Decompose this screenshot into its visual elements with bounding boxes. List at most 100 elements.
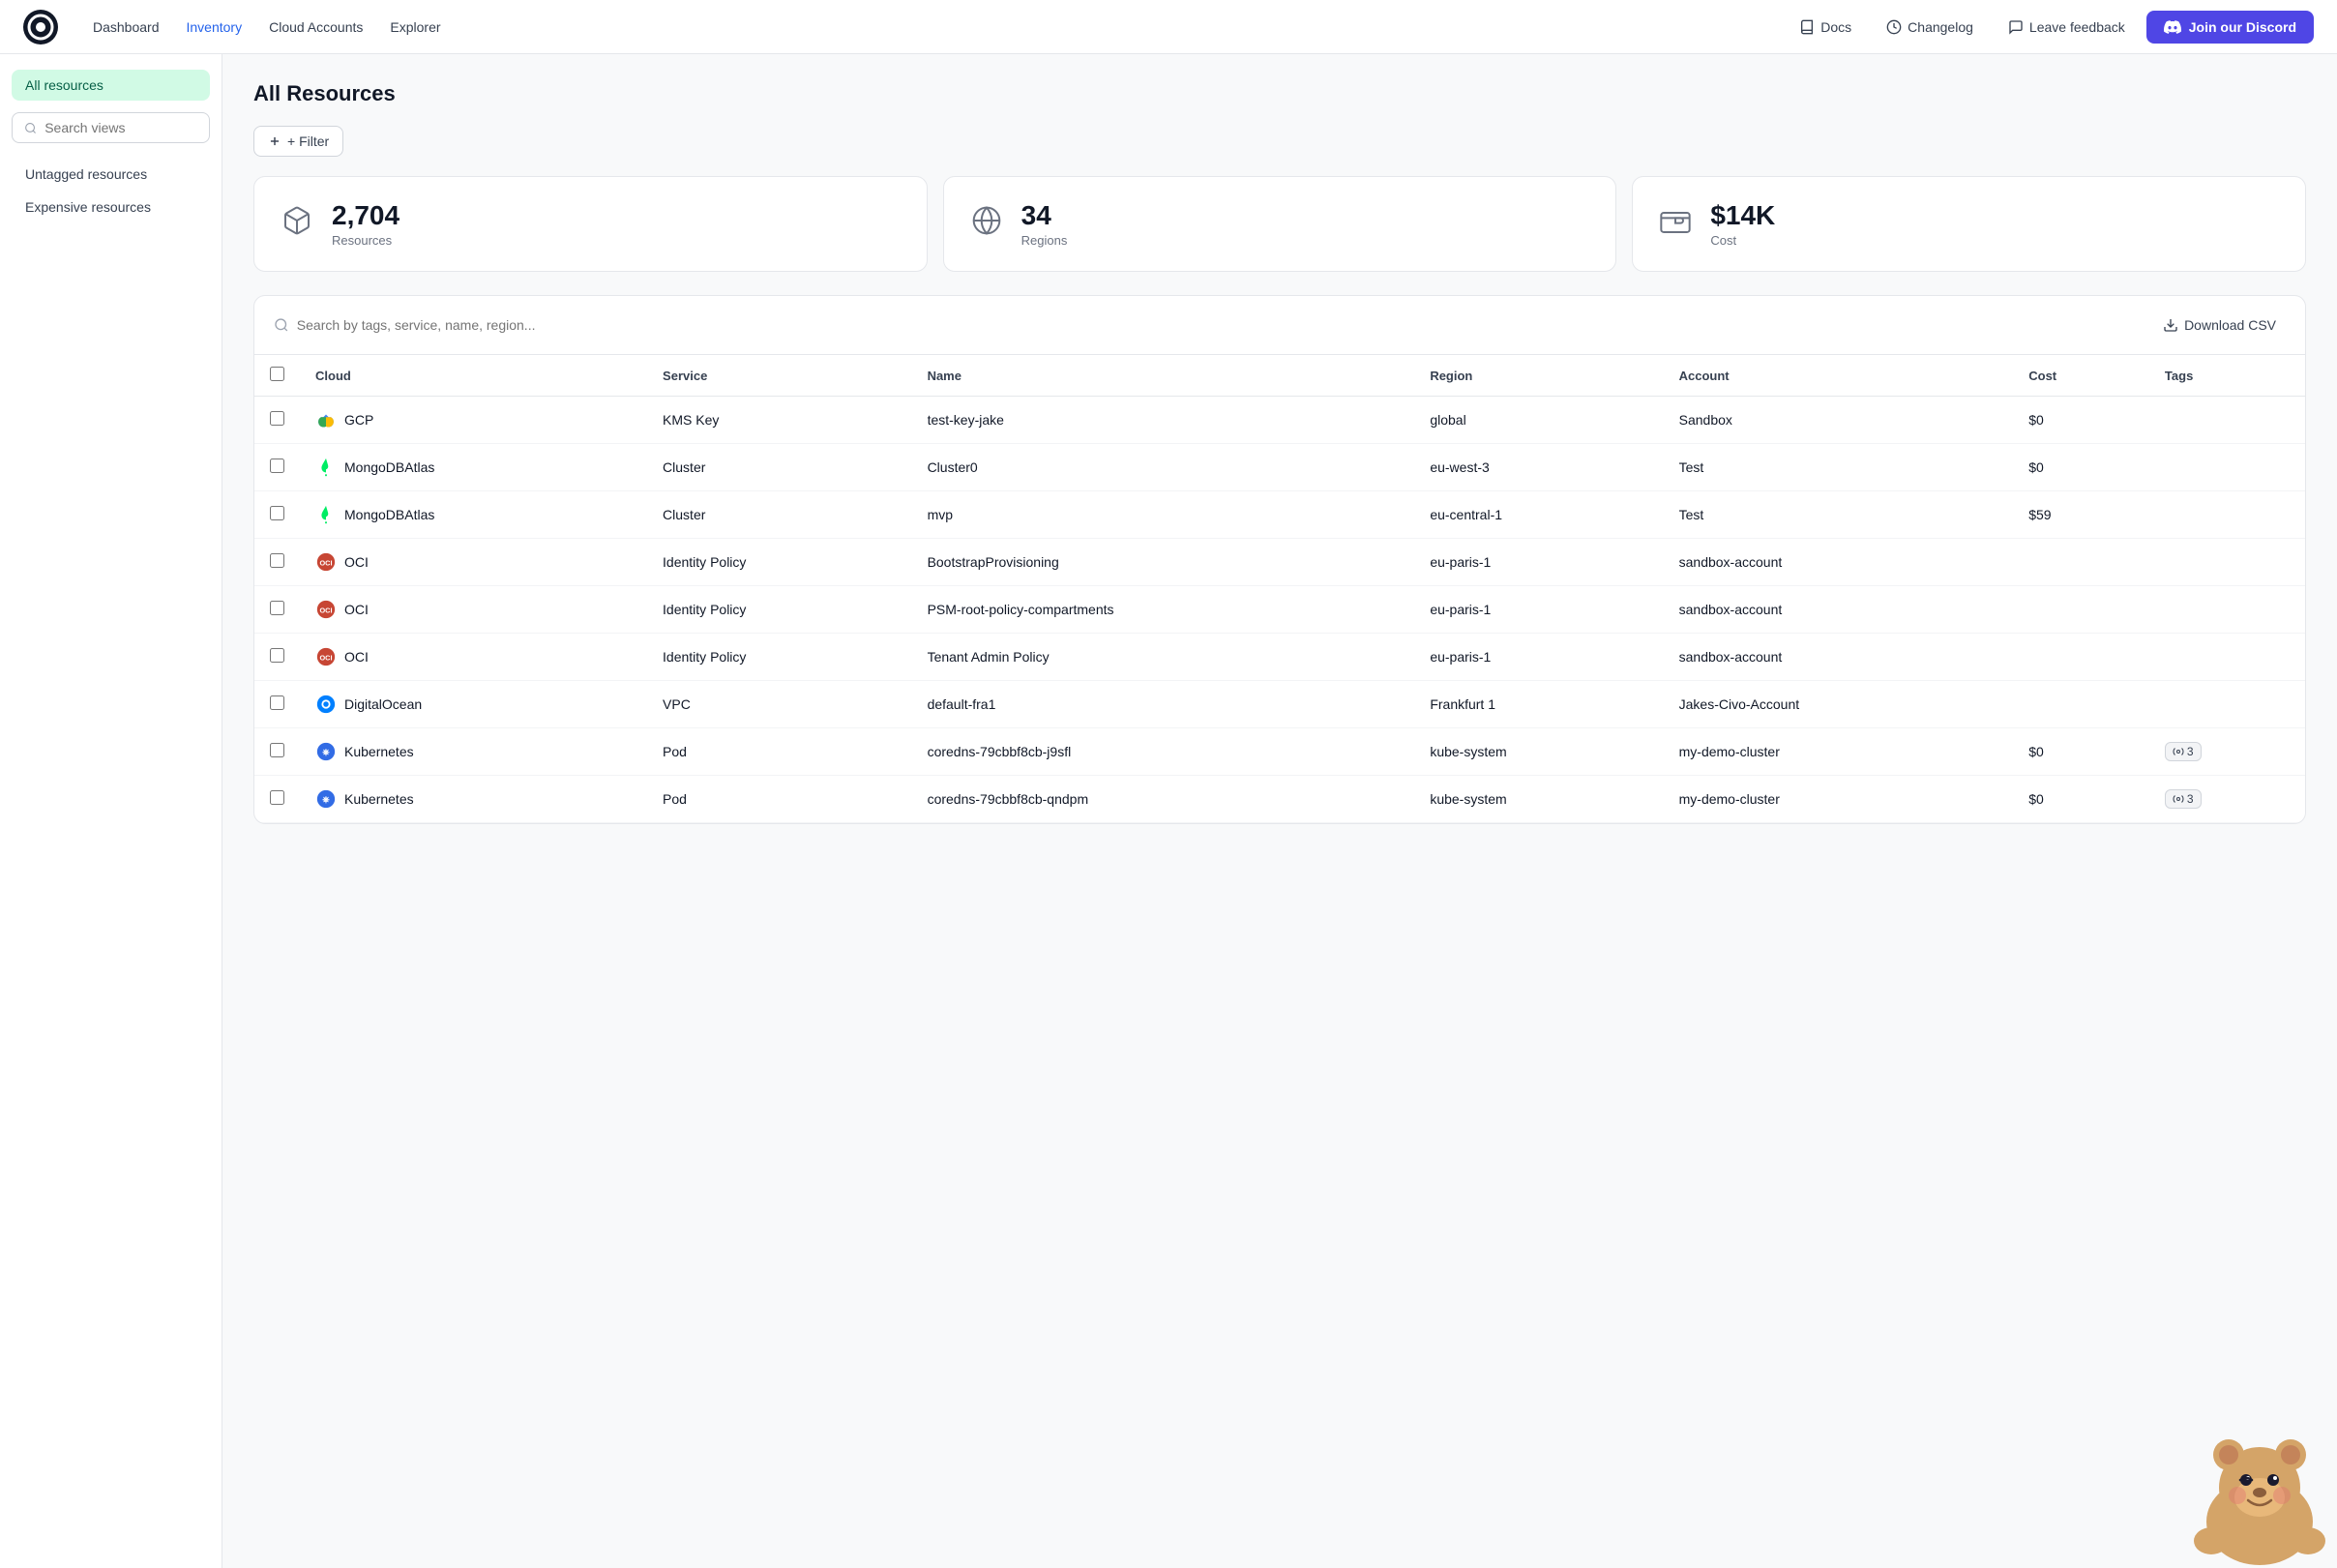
name-cell-8: coredns-79cbbf8cb-qndpm xyxy=(912,776,1415,823)
nav-dashboard[interactable]: Dashboard xyxy=(81,14,171,41)
tag-badge-8: 3 xyxy=(2165,789,2202,809)
download-csv-label: Download CSV xyxy=(2184,317,2276,333)
select-all-checkbox[interactable] xyxy=(270,367,284,381)
col-cost: Cost xyxy=(2013,355,2149,397)
changelog-button[interactable]: Changelog xyxy=(1873,13,1987,42)
col-tags: Tags xyxy=(2149,355,2305,397)
cloud-logo-7: ⎈ xyxy=(315,741,337,762)
table-search-container[interactable] xyxy=(274,317,2142,333)
row-checkbox-6[interactable] xyxy=(270,695,284,710)
region-cell-2: eu-central-1 xyxy=(1414,491,1663,539)
stat-cost-info: $14K Cost xyxy=(1710,200,1775,248)
table-row: MongoDBAtlas Cluster Cluster0 eu-west-3 … xyxy=(254,444,2305,491)
service-cell-8: Pod xyxy=(647,776,912,823)
tags-cell-7: 3 xyxy=(2149,728,2305,776)
sidebar-item-all-resources[interactable]: All resources xyxy=(12,70,210,101)
stats-row: 2,704 Resources 34 Regions $14K xyxy=(253,176,2306,272)
row-checkbox-4[interactable] xyxy=(270,601,284,615)
tags-cell-0 xyxy=(2149,397,2305,444)
cloud-cell-2: MongoDBAtlas xyxy=(315,504,632,525)
stat-cost: $14K Cost xyxy=(1632,176,2306,272)
table-row: GCP KMS Key test-key-jake global Sandbox… xyxy=(254,397,2305,444)
svg-text:OCI: OCI xyxy=(319,654,332,663)
table-header: Download CSV xyxy=(254,296,2305,355)
table-row: ⎈ Kubernetes Pod coredns-79cbbf8cb-qndpm… xyxy=(254,776,2305,823)
cost-cell-3 xyxy=(2013,539,2149,586)
cloud-name-7: Kubernetes xyxy=(344,744,414,759)
row-checkbox-2[interactable] xyxy=(270,506,284,520)
table-row: ⎈ Kubernetes Pod coredns-79cbbf8cb-j9sfl… xyxy=(254,728,2305,776)
account-cell-3: sandbox-account xyxy=(1664,539,2014,586)
stat-cost-value: $14K xyxy=(1710,200,1775,231)
changelog-icon xyxy=(1886,19,1902,35)
nav-cloud-accounts[interactable]: Cloud Accounts xyxy=(257,14,374,41)
table-search-input[interactable] xyxy=(297,317,2142,333)
cloud-logo-8: ⎈ xyxy=(315,788,337,810)
name-cell-1: Cluster0 xyxy=(912,444,1415,491)
cloud-cell-6: DigitalOcean xyxy=(315,694,632,715)
cloud-logo-5: OCI xyxy=(315,646,337,667)
sidebar-search-container[interactable] xyxy=(12,112,210,143)
tags-cell-5 xyxy=(2149,634,2305,681)
docs-button[interactable]: Docs xyxy=(1786,13,1865,42)
app-layout: All resources Untagged resources Expensi… xyxy=(0,54,2337,1568)
account-cell-6: Jakes-Civo-Account xyxy=(1664,681,2014,728)
row-checkbox-5[interactable] xyxy=(270,648,284,663)
cloud-name-2: MongoDBAtlas xyxy=(344,507,434,522)
stat-regions: 34 Regions xyxy=(943,176,1617,272)
cost-cell-8: $0 xyxy=(2013,776,2149,823)
row-checkbox-7[interactable] xyxy=(270,743,284,757)
nav-links: Dashboard Inventory Cloud Accounts Explo… xyxy=(81,14,453,41)
feedback-icon xyxy=(2008,19,2024,35)
cloud-logo-6 xyxy=(315,694,337,715)
account-cell-7: my-demo-cluster xyxy=(1664,728,2014,776)
table-row: OCI OCI Identity Policy PSM-root-policy-… xyxy=(254,586,2305,634)
region-cell-6: Frankfurt 1 xyxy=(1414,681,1663,728)
join-discord-button[interactable]: Join our Discord xyxy=(2146,11,2314,44)
region-cell-0: global xyxy=(1414,397,1663,444)
navbar-right: Docs Changelog Leave feedback Join our D… xyxy=(1786,11,2314,44)
wallet-icon xyxy=(1660,205,1691,243)
stat-regions-info: 34 Regions xyxy=(1021,200,1068,248)
page-title: All Resources xyxy=(253,81,2306,106)
svg-text:⎈: ⎈ xyxy=(322,795,330,805)
filter-button[interactable]: + Filter xyxy=(253,126,343,157)
account-cell-8: my-demo-cluster xyxy=(1664,776,2014,823)
search-views-input[interactable] xyxy=(44,120,197,135)
region-cell-5: eu-paris-1 xyxy=(1414,634,1663,681)
row-checkbox-3[interactable] xyxy=(270,553,284,568)
table-row: MongoDBAtlas Cluster mvp eu-central-1 Te… xyxy=(254,491,2305,539)
discord-icon xyxy=(2164,18,2181,36)
sidebar-item-expensive[interactable]: Expensive resources xyxy=(12,192,210,222)
col-name: Name xyxy=(912,355,1415,397)
cost-cell-4 xyxy=(2013,586,2149,634)
table-row: OCI OCI Identity Policy BootstrapProvisi… xyxy=(254,539,2305,586)
service-cell-4: Identity Policy xyxy=(647,586,912,634)
cloud-logo-3: OCI xyxy=(315,551,337,573)
cloud-cell-4: OCI OCI xyxy=(315,599,632,620)
stat-resources-info: 2,704 Resources xyxy=(332,200,399,248)
cost-cell-7: $0 xyxy=(2013,728,2149,776)
cost-cell-0: $0 xyxy=(2013,397,2149,444)
cube-icon xyxy=(281,205,312,243)
tags-cell-4 xyxy=(2149,586,2305,634)
nav-inventory[interactable]: Inventory xyxy=(175,14,254,41)
stat-resources-value: 2,704 xyxy=(332,200,399,231)
feedback-button[interactable]: Leave feedback xyxy=(1995,13,2139,42)
cloud-name-4: OCI xyxy=(344,602,369,617)
service-cell-0: KMS Key xyxy=(647,397,912,444)
sidebar-item-untagged[interactable]: Untagged resources xyxy=(12,159,210,190)
nav-explorer[interactable]: Explorer xyxy=(378,14,452,41)
stat-regions-value: 34 xyxy=(1021,200,1068,231)
cloud-logo-4: OCI xyxy=(315,599,337,620)
cloud-cell-1: MongoDBAtlas xyxy=(315,457,632,478)
row-checkbox-1[interactable] xyxy=(270,459,284,473)
download-csv-button[interactable]: Download CSV xyxy=(2153,311,2286,339)
cloud-name-5: OCI xyxy=(344,649,369,665)
row-checkbox-8[interactable] xyxy=(270,790,284,805)
row-checkbox-0[interactable] xyxy=(270,411,284,426)
stat-resources: 2,704 Resources xyxy=(253,176,928,272)
tags-cell-6 xyxy=(2149,681,2305,728)
stat-cost-label: Cost xyxy=(1710,233,1775,248)
svg-text:⎈: ⎈ xyxy=(322,748,330,757)
